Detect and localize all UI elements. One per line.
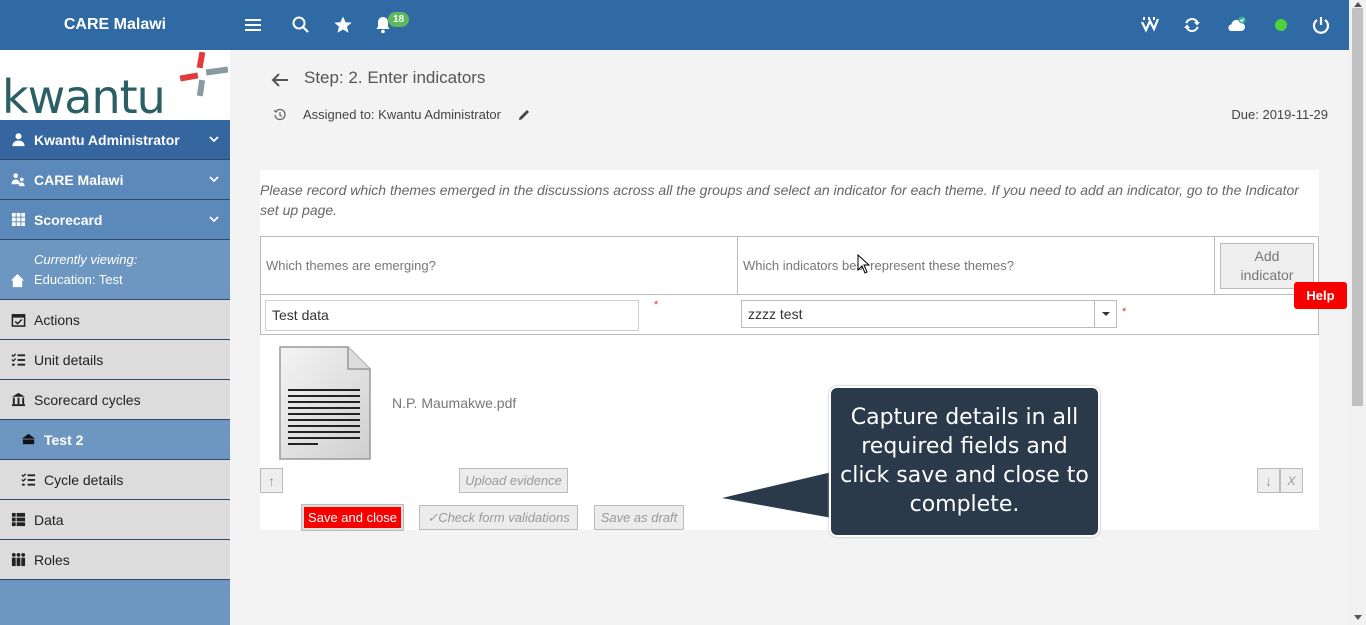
sidebar-item-actions[interactable]: Actions bbox=[0, 300, 230, 340]
mouse-cursor-icon bbox=[857, 254, 871, 274]
logo-cross-icon bbox=[179, 52, 229, 97]
assigned-to: Assigned to: Kwantu Administrator bbox=[303, 107, 501, 122]
app-title[interactable]: CARE Malawi bbox=[0, 0, 230, 50]
sidebar-user[interactable]: Kwantu Administrator bbox=[0, 120, 230, 160]
evidence-filename[interactable]: N.P. Maumakwe.pdf bbox=[392, 395, 516, 411]
sidebar-item-test-2[interactable]: Test 2 bbox=[0, 420, 230, 460]
module-name: Scorecard bbox=[34, 211, 103, 228]
history-icon bbox=[273, 108, 286, 121]
sidebar: kwantu Kwantu Administrator CARE Malawi … bbox=[0, 50, 230, 625]
home-icon bbox=[10, 273, 25, 288]
pencil-icon[interactable] bbox=[517, 108, 531, 122]
sidebar-item-roles[interactable]: Roles bbox=[0, 540, 230, 580]
scrollbar-thumb[interactable] bbox=[1352, 8, 1363, 406]
currently-viewing[interactable]: Currently viewing: Education: Test bbox=[0, 240, 230, 300]
indicator-select[interactable]: zzzz test bbox=[741, 300, 1117, 328]
callout-line: complete. bbox=[909, 492, 1020, 517]
page-title: Step: 2. Enter indicators bbox=[304, 68, 486, 87]
sidebar-item-label: Actions bbox=[34, 311, 80, 328]
cycle-item-icon bbox=[20, 432, 36, 448]
sidebar-item-label: Scorecard cycles bbox=[34, 391, 141, 408]
user-name: Kwantu Administrator bbox=[34, 131, 180, 148]
refresh-icon[interactable] bbox=[1180, 13, 1204, 37]
search-icon[interactable] bbox=[289, 13, 313, 37]
caret-down-icon[interactable] bbox=[1094, 301, 1116, 327]
org-name: CARE Malawi bbox=[34, 171, 124, 188]
sidebar-item-label: Test 2 bbox=[44, 431, 84, 448]
sidebar-item-scorecard-cycles[interactable]: Scorecard cycles bbox=[0, 380, 230, 420]
cycles-icon bbox=[10, 392, 26, 408]
sidebar-item-label: Unit details bbox=[34, 351, 104, 368]
logo-text: kwantu bbox=[2, 70, 166, 124]
indicator-selected-value: zzzz test bbox=[748, 306, 803, 322]
org-users-icon bbox=[10, 172, 26, 188]
grid-icon bbox=[10, 212, 26, 228]
scroll-up-icon[interactable] bbox=[1353, 0, 1363, 8]
add-indicator-line1: Add bbox=[1254, 248, 1280, 264]
due-date: Due: 2019-11-29 bbox=[1231, 107, 1328, 122]
star-icon[interactable] bbox=[331, 13, 355, 37]
chevron-down-icon bbox=[209, 136, 219, 143]
remove-button[interactable]: X bbox=[1280, 468, 1303, 493]
move-down-button[interactable]: ↓ bbox=[1257, 468, 1280, 493]
cloud-sync-icon[interactable] bbox=[1224, 13, 1248, 37]
top-bar: CARE Malawi 18 bbox=[0, 0, 1366, 50]
pdf-document-icon[interactable] bbox=[276, 345, 372, 463]
guidance-callout: Capture details in all required fields a… bbox=[829, 386, 1100, 537]
sidebar-item-data[interactable]: Data bbox=[0, 500, 230, 540]
calendar-check-icon bbox=[10, 312, 26, 328]
kwantu-logo: kwantu bbox=[0, 50, 230, 124]
upload-evidence-button[interactable]: Upload evidence bbox=[459, 468, 568, 493]
power-icon[interactable] bbox=[1309, 13, 1333, 37]
callout-line: Capture details in all bbox=[850, 405, 1079, 430]
save-and-close-button[interactable]: Save and close bbox=[301, 504, 404, 531]
sidebar-item-label: Data bbox=[34, 511, 64, 528]
required-marker: * bbox=[1122, 306, 1127, 318]
sidebar-module[interactable]: Scorecard bbox=[0, 200, 230, 240]
list-check-icon bbox=[10, 352, 26, 368]
viewing-label: Currently viewing: bbox=[34, 252, 138, 267]
callout-line: required fields and bbox=[861, 434, 1068, 459]
notification-badge: 18 bbox=[388, 12, 410, 27]
data-list-icon bbox=[10, 512, 26, 528]
move-up-button[interactable]: ↑ bbox=[260, 468, 283, 493]
indicators-table: Which themes are emerging? Which indicat… bbox=[260, 236, 1319, 335]
check-form-validations-button[interactable]: ✓Check form validations bbox=[419, 505, 578, 530]
people-icon bbox=[10, 552, 26, 568]
chevron-down-icon bbox=[209, 176, 219, 183]
sidebar-org[interactable]: CARE Malawi bbox=[0, 160, 230, 200]
chevron-down-icon bbox=[209, 216, 219, 223]
analytics-icon[interactable] bbox=[1138, 13, 1162, 37]
sidebar-item-label: Cycle details bbox=[44, 471, 124, 488]
save-as-draft-button[interactable]: Save as draft bbox=[594, 505, 684, 530]
column-header-indicators: Which indicators best represent these th… bbox=[738, 237, 1215, 294]
required-marker: * bbox=[654, 299, 659, 311]
back-arrow-icon[interactable] bbox=[270, 70, 290, 90]
theme-input[interactable]: Test data bbox=[265, 300, 639, 331]
sidebar-item-unit-details[interactable]: Unit details bbox=[0, 340, 230, 380]
online-status-dot bbox=[1275, 19, 1287, 31]
callout-line: click save and close to bbox=[840, 463, 1089, 488]
sidebar-item-label: Roles bbox=[34, 551, 70, 568]
column-header-themes: Which themes are emerging? bbox=[261, 237, 738, 294]
help-button[interactable]: Help bbox=[1294, 282, 1347, 309]
sidebar-item-cycle-details[interactable]: Cycle details bbox=[0, 460, 230, 500]
list-check-icon bbox=[20, 472, 36, 488]
viewing-value: Education: Test bbox=[34, 272, 123, 287]
callout-pointer bbox=[722, 472, 832, 518]
menu-icon[interactable] bbox=[241, 13, 265, 37]
form-instructions: Please record which themes emerged in th… bbox=[260, 182, 1299, 218]
scroll-down-icon[interactable] bbox=[1353, 614, 1363, 622]
user-icon bbox=[10, 132, 26, 148]
table-row: Test data * zzzz test * bbox=[261, 294, 1318, 334]
